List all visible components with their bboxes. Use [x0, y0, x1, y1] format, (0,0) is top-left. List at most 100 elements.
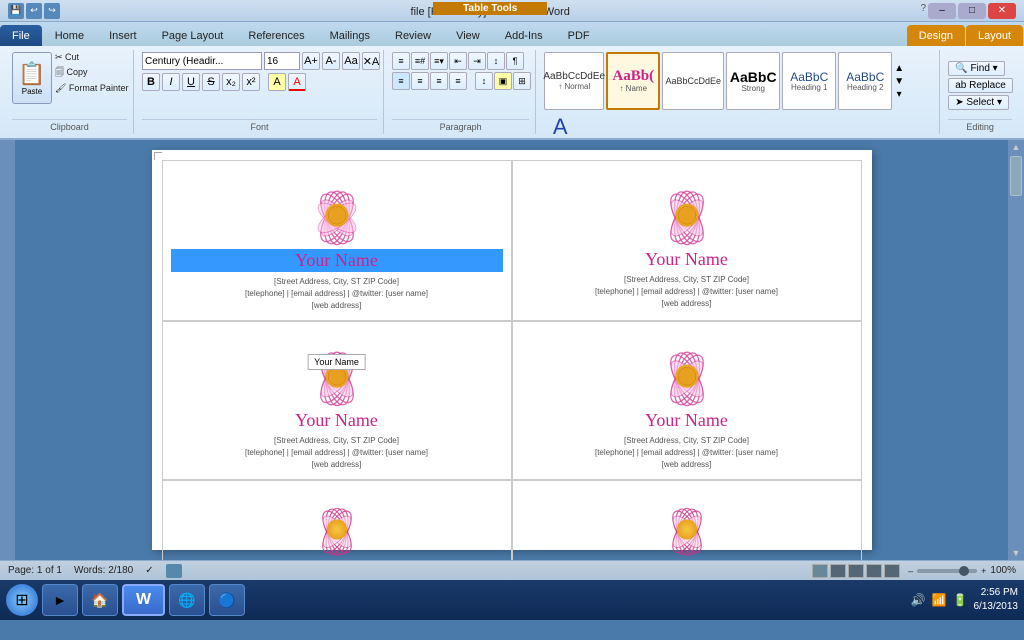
tab-review[interactable]: Review: [383, 25, 443, 46]
taskbar-btn-word[interactable]: W: [122, 584, 165, 616]
italic-button[interactable]: I: [162, 73, 180, 91]
bullets-button[interactable]: ≡: [392, 52, 410, 70]
save-icon[interactable]: 💾: [8, 3, 24, 19]
numbering-button[interactable]: ≡#: [411, 52, 429, 70]
close-button[interactable]: ✕: [988, 3, 1016, 19]
card-2-name[interactable]: Your Name: [645, 249, 728, 270]
business-card-4[interactable]: Your Name [Street Address, City, ST ZIP …: [512, 321, 862, 480]
style-normal-button[interactable]: AaBbCcDdEe ↑ Normal: [544, 52, 604, 110]
subscript-button[interactable]: x₂: [222, 73, 240, 91]
print-layout-button[interactable]: [812, 564, 828, 578]
cut-button[interactable]: ✂ Cut: [55, 52, 128, 63]
window-controls[interactable]: ? – □ ✕: [920, 3, 1016, 19]
scroll-thumb[interactable]: [1010, 156, 1022, 196]
tab-row: File Home Insert Page Layout References …: [0, 22, 1024, 46]
styles-scroll-up[interactable]: ▲: [894, 63, 904, 74]
business-card-2[interactable]: Your Name [Street Address, City, ST ZIP …: [512, 160, 862, 321]
web-layout-button[interactable]: [848, 564, 864, 578]
card-3-name[interactable]: Your Name: [295, 410, 378, 431]
paragraph-row1: ≡ ≡# ≡▾ ⇤ ⇥ ↕ ¶: [392, 52, 531, 70]
card-1-tooltip: Your Name: [307, 354, 366, 370]
copy-button[interactable]: 🗐 Copy: [55, 65, 128, 81]
draft-button[interactable]: [884, 564, 900, 578]
tab-insert[interactable]: Insert: [97, 25, 149, 46]
minimize-button[interactable]: –: [928, 3, 956, 19]
business-card-1[interactable]: Your Name Your Name [Street Address, Cit…: [162, 160, 512, 321]
align-left-button[interactable]: ≡: [392, 72, 410, 90]
shading-button[interactable]: ▣: [494, 72, 512, 90]
zoom-slider[interactable]: [917, 569, 977, 573]
tab-pdf[interactable]: PDF: [556, 25, 602, 46]
vertical-scrollbar[interactable]: ▲ ▼: [1008, 140, 1024, 560]
clear-formatting-button[interactable]: ✕A: [362, 52, 380, 70]
style-strong-button[interactable]: AaBbC Strong: [726, 52, 780, 110]
multilevel-button[interactable]: ≡▾: [430, 52, 448, 70]
tab-home[interactable]: Home: [43, 25, 96, 46]
tab-add-ins[interactable]: Add-Ins: [493, 25, 555, 46]
font-family-select[interactable]: [142, 52, 262, 70]
taskbar-btn-folder[interactable]: 🏠: [82, 584, 118, 616]
styles-scroll-down[interactable]: ▼: [894, 76, 904, 87]
find-button[interactable]: 🔍 Find ▾: [948, 61, 1004, 76]
align-center-button[interactable]: ≡: [411, 72, 429, 90]
tab-layout[interactable]: Layout: [966, 25, 1023, 46]
style-heading1-button[interactable]: AaBbC Heading 1: [782, 52, 836, 110]
bold-button[interactable]: B: [142, 73, 160, 91]
strikethrough-button[interactable]: S: [202, 73, 220, 91]
superscript-button[interactable]: x²: [242, 73, 260, 91]
font-shrink-button[interactable]: A-: [322, 52, 340, 70]
line-spacing-button[interactable]: ↕: [475, 72, 493, 90]
font-grow-button[interactable]: A+: [302, 52, 320, 70]
start-button[interactable]: ⊞: [6, 584, 38, 616]
font-size-select[interactable]: [264, 52, 300, 70]
style-heading2-button[interactable]: AaBbC Heading 2: [838, 52, 892, 110]
underline-button[interactable]: U: [182, 73, 200, 91]
increase-indent-button[interactable]: ⇥: [468, 52, 486, 70]
styles-expand[interactable]: ▾: [897, 89, 902, 100]
justify-button[interactable]: ≡: [449, 72, 467, 90]
format-painter-button[interactable]: 🖌 Format Painter: [55, 83, 128, 94]
tab-mailings[interactable]: Mailings: [318, 25, 382, 46]
zoom-out-button[interactable]: –: [908, 566, 913, 576]
outline-button[interactable]: [866, 564, 882, 578]
sort-button[interactable]: ↕: [487, 52, 505, 70]
card-4-name[interactable]: Your Name: [645, 410, 728, 431]
style-name-button[interactable]: AaBb( ↑ Name: [606, 52, 660, 110]
text-highlight-button[interactable]: A: [268, 73, 286, 91]
taskbar-btn-ie[interactable]: 🌐: [169, 584, 205, 616]
maximize-button[interactable]: □: [958, 3, 986, 19]
font-change-case-button[interactable]: Aa: [342, 52, 360, 70]
zoom-bar: – + 100%: [908, 565, 1016, 576]
flower-image-5: [292, 489, 382, 559]
paragraph-content: ≡ ≡# ≡▾ ⇤ ⇥ ↕ ¶ ≡ ≡ ≡ ≡ ↕: [392, 52, 529, 119]
clipboard-content: 📋 Paste ✂ Cut 🗐 Copy 🖌 Format Painter: [12, 52, 127, 119]
borders-button[interactable]: ⊞: [513, 72, 531, 90]
clipboard-label: Clipboard: [12, 119, 127, 132]
paste-button[interactable]: 📋 Paste: [12, 52, 52, 104]
business-card-6[interactable]: [512, 480, 862, 560]
align-right-button[interactable]: ≡: [430, 72, 448, 90]
tab-page-layout[interactable]: Page Layout: [150, 25, 236, 46]
style-3-button[interactable]: AaBbCcDdEe: [662, 52, 724, 110]
redo-icon[interactable]: ↪: [44, 3, 60, 19]
tab-file[interactable]: File: [0, 25, 42, 46]
tab-design[interactable]: Design: [907, 25, 965, 46]
replace-button[interactable]: ab Replace: [948, 78, 1013, 93]
tab-references[interactable]: References: [236, 25, 316, 46]
undo-icon[interactable]: ↩: [26, 3, 42, 19]
select-button[interactable]: ➤ Select ▾: [948, 95, 1009, 110]
tab-view[interactable]: View: [444, 25, 492, 46]
card-1-name[interactable]: Your Name: [171, 249, 503, 272]
taskbar-btn-chrome[interactable]: 🔵: [209, 584, 245, 616]
business-card-5[interactable]: [162, 480, 512, 560]
taskbar-btn-media[interactable]: ►: [42, 584, 78, 616]
full-screen-button[interactable]: [830, 564, 846, 578]
zoom-in-button[interactable]: +: [981, 566, 986, 576]
business-card-3[interactable]: Your Name [Street Address, City, ST ZIP …: [162, 321, 512, 480]
show-formatting-button[interactable]: ¶: [506, 52, 524, 70]
status-bar: Page: 1 of 1 Words: 2/180 ✓ – + 100%: [0, 560, 1024, 580]
font-color-button[interactable]: A: [288, 73, 306, 91]
help-icon[interactable]: ?: [920, 3, 926, 19]
decrease-indent-button[interactable]: ⇤: [449, 52, 467, 70]
tray-icon-2: 📶: [932, 593, 947, 607]
